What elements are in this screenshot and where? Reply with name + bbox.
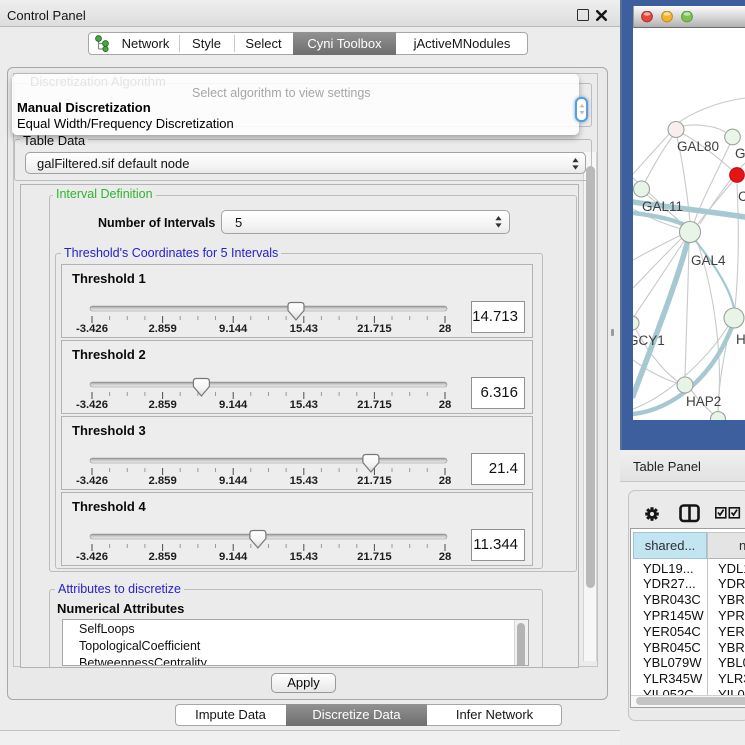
svg-text:15.43: 15.43 [290,551,318,563]
svg-text:2.859: 2.859 [148,475,176,487]
svg-text:21.715: 21.715 [357,475,392,487]
svg-text:2.859: 2.859 [148,399,176,411]
svg-text:-3.426: -3.426 [76,551,108,563]
svg-text:CY: CY [738,189,745,204]
svg-text:-3.426: -3.426 [76,475,108,487]
svg-text:21.715: 21.715 [357,399,392,411]
svg-text:2.859: 2.859 [148,551,176,563]
svg-text:GAL: GAL [735,146,745,161]
svg-text:28: 28 [439,399,452,411]
svg-text:9.144: 9.144 [219,551,248,563]
svg-text:GAL11: GAL11 [642,199,683,214]
svg-text:15.43: 15.43 [290,475,318,487]
svg-text:2.859: 2.859 [148,323,176,335]
svg-text:28: 28 [439,551,452,563]
svg-text:GAL4: GAL4 [691,253,726,268]
svg-text:21.715: 21.715 [357,323,392,335]
svg-text:-3.426: -3.426 [76,399,108,411]
svg-text:GCY1: GCY1 [633,333,665,348]
svg-text:9.144: 9.144 [219,475,248,487]
svg-text:H: H [736,332,745,347]
svg-text:9.144: 9.144 [219,399,248,411]
svg-text:HAP2: HAP2 [686,394,721,409]
svg-text:15.43: 15.43 [290,323,318,335]
svg-text:28: 28 [439,323,452,335]
svg-text:GAL80: GAL80 [677,139,719,154]
svg-text:21.715: 21.715 [357,551,392,563]
svg-text:15.43: 15.43 [290,399,318,411]
svg-text:-3.426: -3.426 [76,323,108,335]
svg-text:28: 28 [439,475,452,487]
svg-text:9.144: 9.144 [219,323,248,335]
